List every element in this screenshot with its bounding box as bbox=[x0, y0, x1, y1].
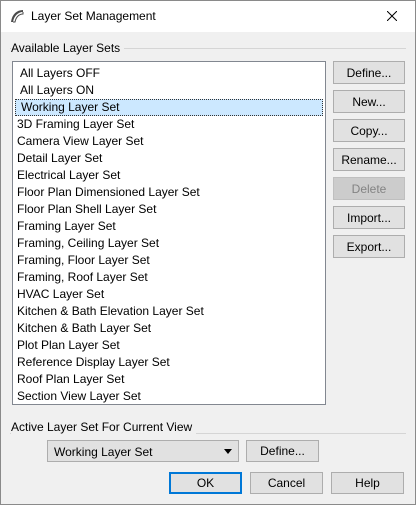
layer-set-item[interactable]: Detail Layer Set bbox=[15, 150, 323, 167]
export-button[interactable]: Export... bbox=[333, 235, 405, 258]
title-bar[interactable]: Layer Set Management bbox=[1, 1, 415, 32]
chevron-down-icon bbox=[224, 449, 232, 454]
ok-button[interactable]: OK bbox=[169, 472, 242, 494]
layer-set-listbox[interactable]: All Layers OFF All Layers ON Working Layer… bbox=[12, 61, 326, 405]
app-logo-icon bbox=[9, 8, 25, 24]
layer-set-item[interactable]: Working Layer Set bbox=[15, 99, 323, 116]
layer-set-item[interactable]: Camera View Layer Set bbox=[15, 133, 323, 150]
layer-set-item[interactable]: All Layers ON bbox=[15, 82, 323, 99]
import-button[interactable]: Import... bbox=[333, 206, 405, 229]
layer-set-item[interactable]: Kitchen & Bath Layer Set bbox=[15, 320, 323, 337]
layer-set-item[interactable]: Roof Plan Layer Set bbox=[15, 371, 323, 388]
layer-set-item[interactable]: Kitchen & Bath Elevation Layer Set bbox=[15, 303, 323, 320]
close-icon bbox=[386, 10, 398, 24]
layer-set-item[interactable]: Electrical Layer Set bbox=[15, 167, 323, 184]
available-group-label: Available Layer Sets bbox=[11, 41, 125, 55]
layer-set-item[interactable]: Floor Plan Shell Layer Set bbox=[15, 201, 323, 218]
close-button[interactable] bbox=[369, 1, 415, 32]
layer-set-item[interactable]: Framing, Roof Layer Set bbox=[15, 269, 323, 286]
layer-set-item[interactable]: Plot Plan Layer Set bbox=[15, 337, 323, 354]
active-define-button[interactable]: Define... bbox=[246, 440, 319, 462]
layer-set-item[interactable]: 3D Framing Layer Set bbox=[15, 116, 323, 133]
dialog-window: Layer Set Management Available Layer Set… bbox=[0, 0, 416, 505]
layer-set-item[interactable]: Framing, Floor Layer Set bbox=[15, 252, 323, 269]
layer-set-item[interactable]: All Layers OFF bbox=[15, 65, 323, 82]
layer-set-item[interactable]: Floor Plan Dimensioned Layer Set bbox=[15, 184, 323, 201]
copy-button[interactable]: Copy... bbox=[333, 119, 405, 142]
active-layer-set-select[interactable]: Working Layer Set bbox=[47, 440, 239, 462]
layer-set-item[interactable]: Section View Layer Set bbox=[15, 388, 323, 404]
cancel-button[interactable]: Cancel bbox=[250, 472, 323, 494]
active-group-label: Active Layer Set For Current View bbox=[11, 420, 197, 434]
layer-set-item[interactable]: HVAC Layer Set bbox=[15, 286, 323, 303]
delete-button[interactable]: Delete bbox=[333, 177, 405, 200]
active-layer-set-value: Working Layer Set bbox=[54, 445, 153, 459]
new-button[interactable]: New... bbox=[333, 90, 405, 113]
window-title: Layer Set Management bbox=[31, 9, 156, 23]
rename-button[interactable]: Rename... bbox=[333, 148, 405, 171]
layer-set-item[interactable]: Framing Layer Set bbox=[15, 218, 323, 235]
define-button[interactable]: Define... bbox=[333, 61, 405, 84]
layer-set-item[interactable]: Framing, Ceiling Layer Set bbox=[15, 235, 323, 252]
help-button[interactable]: Help bbox=[331, 472, 404, 494]
layer-set-item[interactable]: Reference Display Layer Set bbox=[15, 354, 323, 371]
